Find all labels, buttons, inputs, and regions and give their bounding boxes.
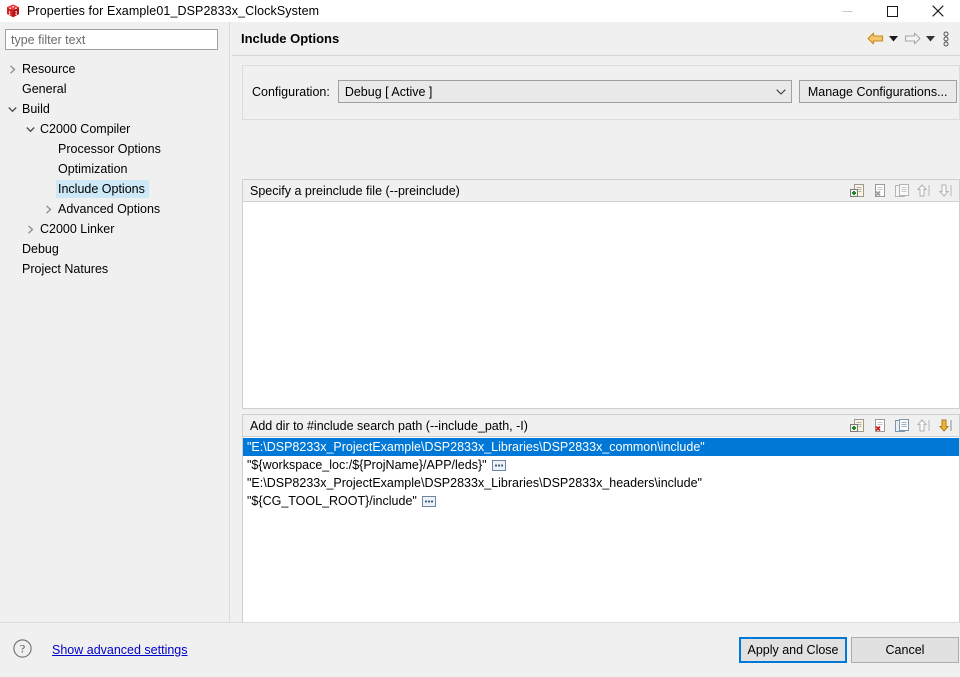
chevron-right-icon[interactable]	[22, 219, 38, 239]
settings-tree: Resource General Build C2000 Compiler Proces…	[0, 59, 229, 279]
tree-item-label: Processor Options	[58, 142, 161, 156]
tree-item-label: Resource	[22, 62, 76, 76]
dialog-footer: ? Show advanced settings Apply and Close…	[0, 622, 960, 677]
apply-and-close-button[interactable]: Apply and Close	[739, 637, 847, 663]
configuration-row: Configuration: Debug [ Active ] Manage C…	[252, 80, 957, 103]
back-dropdown-chevron-down-icon[interactable]	[886, 28, 901, 50]
edit-icon[interactable]	[891, 416, 913, 436]
content-pane: Include Options Configuration: Debug [A…	[232, 22, 960, 642]
back-arrow-icon[interactable]	[864, 28, 886, 50]
window-controls	[825, 0, 960, 22]
manage-configurations-button[interactable]: Manage Configurations...	[798, 80, 957, 103]
chevron-down-icon[interactable]	[22, 119, 38, 139]
tree-item-general[interactable]: General	[0, 79, 229, 99]
window-title: Properties for Example01_DSP2833x_ClockS…	[27, 4, 320, 18]
includepath-toolbar: Add dir to #include search path (--inclu…	[243, 415, 959, 437]
page-header: Include Options	[232, 22, 960, 56]
list-item[interactable]: "E:\DSP8233x_ProjectExample\DSP2833x_Lib…	[243, 438, 959, 456]
tree-item-include-options[interactable]: Include Options	[0, 179, 229, 199]
ccs-cube-icon	[5, 3, 21, 19]
tree-item-c2000-compiler[interactable]: C2000 Compiler	[0, 119, 229, 139]
window-titlebar: Properties for Example01_DSP2833x_ClockS…	[0, 0, 960, 22]
forward-arrow-icon	[901, 28, 923, 50]
tree-item-debug[interactable]: Debug	[0, 239, 229, 259]
includepath-tool-buttons	[847, 416, 959, 436]
tree-item-label: C2000 Linker	[40, 222, 115, 236]
variable-ellipsis-icon	[421, 495, 436, 507]
move-down-icon	[935, 181, 957, 201]
add-icon[interactable]	[847, 181, 869, 201]
delete-icon[interactable]	[869, 181, 891, 201]
includepath-label: Add dir to #include search path (--inclu…	[250, 418, 528, 433]
tree-twisty-spacer	[4, 239, 20, 259]
tree-item-label: Include Options	[56, 180, 149, 198]
tree-item-label: Debug	[22, 242, 59, 256]
filter-input[interactable]	[5, 29, 218, 50]
list-item[interactable]: "${workspace_loc:/${ProjName}/APP/leds}"	[243, 456, 959, 474]
page-title: Include Options	[241, 31, 340, 46]
tree-item-label: General	[22, 82, 67, 96]
edit-icon	[891, 181, 913, 201]
tree-item-c2000-linker[interactable]: C2000 Linker	[0, 219, 229, 239]
filter-container	[0, 22, 229, 50]
move-down-icon[interactable]	[935, 416, 957, 436]
tree-twisty-spacer	[4, 259, 20, 279]
navigation-pane: Resource General Build C2000 Compiler Proces…	[0, 22, 229, 622]
show-advanced-settings-link[interactable]: Show advanced settings	[52, 643, 188, 657]
delete-icon[interactable]	[869, 416, 891, 436]
includepath-section: Add dir to #include search path (--inclu…	[242, 414, 960, 642]
tree-item-build[interactable]: Build	[0, 99, 229, 119]
tree-twisty-spacer	[40, 179, 56, 199]
variable-ellipsis-icon	[491, 459, 506, 471]
list-item[interactable]: "E:\DSP8233x_ProjectExample\DSP2833x_Lib…	[243, 474, 959, 492]
cancel-button[interactable]: Cancel	[851, 637, 959, 663]
header-navigation	[864, 28, 960, 50]
preinclude-label: Specify a preinclude file (--preinclude)	[250, 183, 460, 198]
list-item-text: "E:\DSP8233x_ProjectExample\DSP2833x_Lib…	[247, 440, 705, 454]
list-item[interactable]: "${CG_TOOL_ROOT}/include"	[243, 492, 959, 510]
help-question-icon[interactable]: ?	[13, 639, 32, 661]
chevron-down-icon	[771, 88, 791, 95]
tree-item-label: C2000 Compiler	[40, 122, 131, 136]
tree-item-label: Optimization	[58, 162, 128, 176]
preinclude-section: Specify a preinclude file (--preinclude)	[242, 179, 960, 409]
forward-dropdown-chevron-down-icon[interactable]	[923, 28, 938, 50]
move-up-icon	[913, 181, 935, 201]
move-up-icon	[913, 416, 935, 436]
close-button[interactable]	[915, 0, 960, 22]
configuration-label: Configuration:	[252, 84, 330, 99]
preinclude-list[interactable]	[243, 203, 959, 408]
chevron-down-icon[interactable]	[4, 99, 20, 119]
tree-item-optimization[interactable]: Optimization	[0, 159, 229, 179]
list-item-text: "E:\DSP8233x_ProjectExample\DSP2833x_Lib…	[247, 476, 702, 490]
configuration-value: Debug [ Active ]	[344, 84, 433, 99]
chevron-right-icon[interactable]	[4, 59, 20, 79]
chevron-right-icon[interactable]	[40, 199, 56, 219]
tree-item-resource[interactable]: Resource	[0, 59, 229, 79]
tree-twisty-spacer	[40, 159, 56, 179]
tree-item-label: Project Natures	[22, 262, 109, 276]
view-menu-icon[interactable]	[938, 28, 954, 50]
list-item-text: "${CG_TOOL_ROOT}/include"	[247, 494, 417, 508]
svg-text:?: ?	[20, 642, 25, 656]
tree-item-advanced-options[interactable]: Advanced Options	[0, 199, 229, 219]
list-item-text: "${workspace_loc:/${ProjName}/APP/leds}"	[247, 458, 487, 472]
preinclude-toolbar: Specify a preinclude file (--preinclude)	[243, 180, 959, 202]
tree-item-project-natures[interactable]: Project Natures	[0, 259, 229, 279]
tree-item-processor-options[interactable]: Processor Options	[0, 139, 229, 159]
includepath-list[interactable]: "E:\DSP8233x_ProjectExample\DSP2833x_Lib…	[243, 438, 959, 641]
add-icon[interactable]	[847, 416, 869, 436]
minimize-button[interactable]	[825, 0, 870, 22]
configuration-select[interactable]: Debug [ Active ]	[337, 80, 792, 103]
preinclude-tool-buttons	[847, 181, 959, 201]
configuration-group: Configuration: Debug [ Active ] Manage C…	[242, 65, 960, 120]
tree-twisty-spacer	[4, 79, 20, 99]
tree-item-label: Build	[22, 102, 50, 116]
maximize-button[interactable]	[870, 0, 915, 22]
tree-item-label: Advanced Options	[58, 202, 161, 216]
tree-twisty-spacer	[40, 139, 56, 159]
